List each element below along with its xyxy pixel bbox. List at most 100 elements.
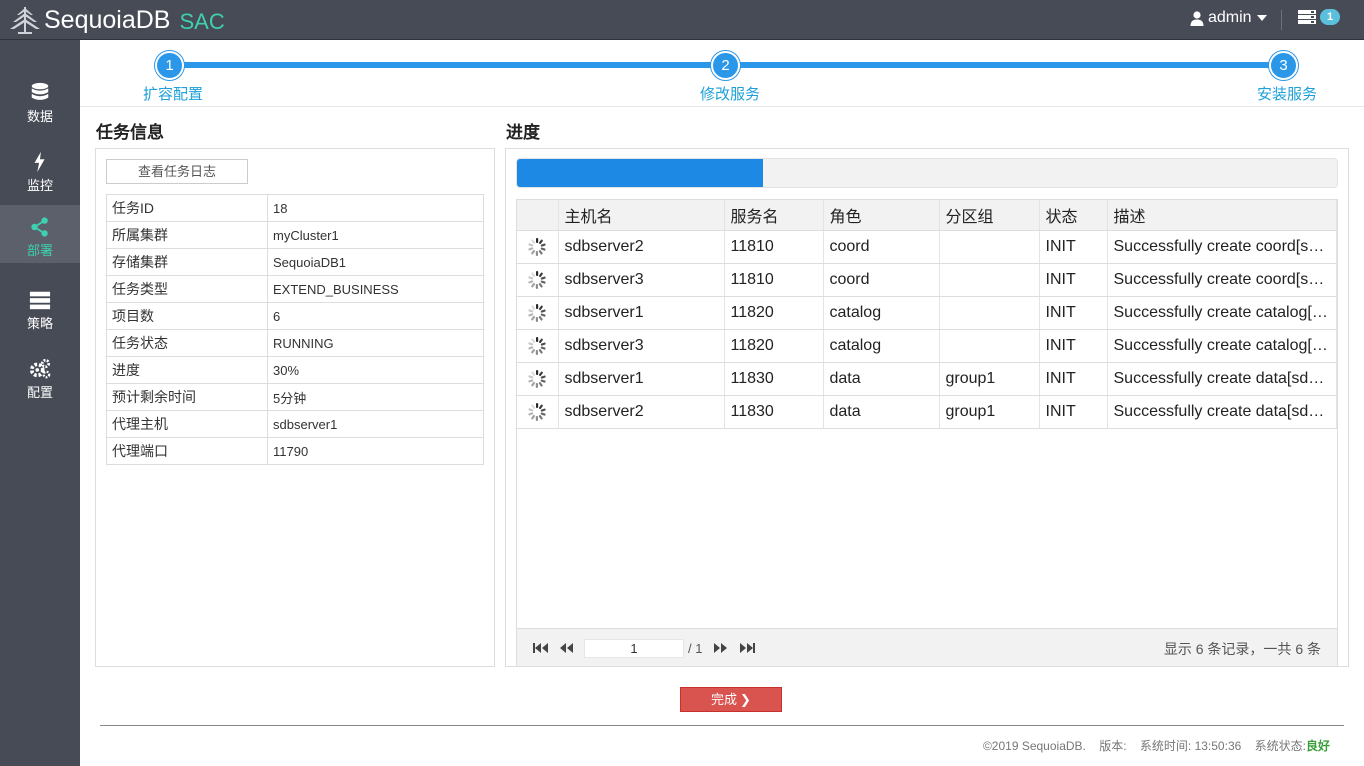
table-row[interactable]: sdbserver3 11810 coord INIT Successfully cre… (517, 263, 1337, 297)
sidebar-item-data[interactable]: 数据 (0, 71, 80, 129)
info-value: 18 (267, 194, 484, 222)
info-row: 任务状态 RUNNING (106, 329, 484, 357)
info-key: 任务ID (106, 194, 268, 222)
info-value: RUNNING (267, 329, 484, 357)
column-header[interactable]: 状态 (1039, 200, 1108, 231)
status-icon-column (517, 200, 559, 231)
table-cell: 11820 (724, 329, 824, 363)
sidebar-item-policy[interactable]: 策略 (0, 278, 80, 336)
footer: ©2019 SequoiaDB. 版本: 系统时间: 13:50:36 系统状态… (973, 737, 1330, 754)
loading-spinner-icon (528, 270, 546, 289)
progress-bar-fill (517, 159, 763, 187)
info-row: 存储集群 SequoiaDB1 (106, 248, 484, 276)
info-key: 代理主机 (106, 410, 268, 438)
table-row[interactable]: sdbserver3 11820 catalog INIT Successfully c… (517, 329, 1337, 363)
sidebar-item-monitor[interactable]: 监控 (0, 140, 80, 198)
table-cell: Successfully create coord[sdbserver3:118… (1107, 263, 1337, 297)
table-cell: sdbserver1 (558, 362, 725, 396)
sidebar-item-config[interactable]: 配置 (0, 347, 80, 405)
step-2-label: 修改服务 (700, 86, 761, 103)
copyright: ©2019 SequoiaDB. (982, 739, 1086, 753)
info-value: 6 (267, 302, 484, 330)
user-icon (1190, 10, 1204, 26)
column-header[interactable]: 主机名 (558, 200, 725, 231)
host-table: 主机名 服务名 角色 分区组 状态 描述 sdbserver2 11810 coor… (517, 200, 1337, 429)
record-summary: 显示 6 条记录，一共 6 条 (1163, 641, 1321, 657)
table-cell: 11810 (724, 230, 824, 264)
info-row: 项目数 6 (106, 302, 484, 330)
finish-button[interactable]: 完成 ❯ (680, 687, 782, 712)
next-page-icon[interactable] (712, 640, 730, 656)
step-connector (726, 62, 1284, 68)
info-row: 进度 30% (106, 356, 484, 384)
sidebar-item-label: 部署 (26, 243, 53, 258)
step-1-circle: 1 (155, 51, 184, 80)
table-cell: Successfully create coord[sdbserver2:118… (1107, 230, 1337, 264)
info-key: 所属集群 (106, 221, 268, 249)
column-header[interactable]: 分区组 (939, 200, 1040, 231)
chevron-down-icon (1256, 15, 1267, 21)
table-cell: Successfully create data[sdbserver1:1183… (1107, 362, 1337, 396)
table-cell (939, 329, 1040, 363)
user-menu[interactable]: admin (1190, 9, 1267, 27)
server-list-icon (1298, 10, 1316, 24)
table-row[interactable]: sdbserver1 11820 catalog INIT Successfully c… (517, 296, 1337, 330)
step-3-circle: 3 (1269, 51, 1298, 80)
table-row[interactable]: sdbserver1 11830 data group1 INIT Successfull… (517, 362, 1337, 396)
previous-page-icon[interactable] (557, 640, 575, 656)
table-row[interactable]: sdbserver2 11810 coord INIT Successfully cre… (517, 230, 1337, 264)
info-row: 任务类型 EXTEND_BUSINESS (106, 275, 484, 303)
gears-icon (29, 358, 51, 379)
info-row: 所属集群 myCluster1 (106, 221, 484, 249)
info-key: 任务状态 (106, 329, 268, 357)
table-cell (939, 230, 1040, 264)
task-info-title: 任务信息 (96, 123, 164, 142)
table-cell: Successfully create catalog[sdbserver3:1… (1107, 329, 1337, 363)
table-cell: 11830 (724, 395, 824, 429)
pagination-bar: / 1 显示 6 条记录，一共 6 条 (517, 628, 1337, 666)
bolt-icon (34, 151, 45, 173)
table-cell: coord (823, 230, 940, 264)
sidebar-item-deploy[interactable]: 部署 (0, 205, 80, 263)
view-task-log-button[interactable]: 查看任务日志 (106, 159, 248, 184)
table-cell: INIT (1039, 362, 1108, 396)
column-header[interactable]: 描述 (1107, 200, 1337, 231)
table-row[interactable]: sdbserver2 11830 data group1 INIT Successfull… (517, 395, 1337, 429)
brand-name: SequoiaDB (44, 5, 171, 34)
loading-spinner-icon (528, 303, 546, 322)
table-cell: data (823, 395, 940, 429)
table-cell: group1 (939, 395, 1040, 429)
info-value: 30% (267, 356, 484, 384)
system-status-label: 系统状态: (1254, 739, 1306, 753)
step-3-label: 安装服务 (1257, 86, 1318, 103)
info-row: 代理端口 11790 (106, 437, 484, 465)
system-status-value: 良好 (1305, 739, 1330, 753)
table-cell: 11820 (724, 296, 824, 330)
progress-bar (516, 158, 1338, 188)
table-cell: 11830 (724, 362, 824, 396)
row-status-cell (517, 263, 559, 297)
info-key: 进度 (106, 356, 268, 384)
info-key: 代理端口 (106, 437, 268, 465)
table-cell: INIT (1039, 230, 1108, 264)
page-number-input[interactable] (584, 639, 684, 658)
info-row: 预计剩余时间 5分钟 (106, 383, 484, 411)
last-page-icon[interactable] (738, 640, 756, 656)
first-page-icon[interactable] (532, 640, 550, 656)
system-time: 系统时间: 13:50:36 (1139, 739, 1242, 753)
table-cell: sdbserver3 (558, 263, 725, 297)
task-list-button[interactable]: 1 (1298, 9, 1341, 25)
column-header[interactable]: 服务名 (724, 200, 824, 231)
chevron-right-icon: ❯ (740, 692, 751, 707)
sidebar-item-label: 策略 (26, 316, 53, 331)
loading-spinner-icon (528, 402, 546, 421)
column-header[interactable]: 角色 (823, 200, 940, 231)
logo[interactable]: SequoiaDB SAC (8, 3, 225, 37)
table-cell (939, 263, 1040, 297)
info-value: SequoiaDB1 (267, 248, 484, 276)
loading-spinner-icon (528, 369, 546, 388)
host-table-container: 主机名 服务名 角色 分区组 状态 描述 sdbserver2 11810 coor… (516, 199, 1338, 667)
task-info-table: 任务ID 18 所属集群 myCluster1 存储集群 SequoiaDB1 任务类型 EX… (106, 194, 484, 465)
row-status-cell (517, 296, 559, 330)
row-status-cell (517, 329, 559, 363)
